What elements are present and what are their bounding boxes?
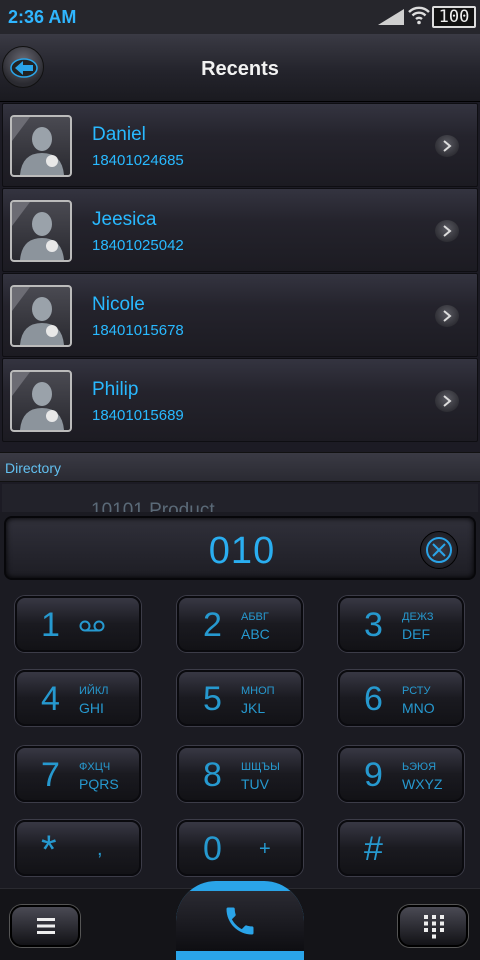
- bottom-bar: [0, 881, 480, 960]
- contact-number: 18401025042: [92, 237, 184, 254]
- directory-section-header: Directory: [0, 452, 480, 482]
- signal-icon: [378, 9, 404, 30]
- contact-number: 18401015678: [92, 322, 184, 339]
- app-header: Recents: [0, 34, 480, 102]
- key-letters-cyrillic: ЬЭЮЯ: [402, 761, 437, 773]
- key-8[interactable]: 8 ШЩЪЫ TUV: [177, 746, 303, 802]
- contact-name: Philip: [92, 379, 139, 400]
- key-digit: *: [41, 828, 57, 872]
- key-digit: 7: [41, 756, 60, 794]
- key-letters: JKL: [241, 700, 266, 716]
- list-item[interactable]: 10101 Product: [2, 484, 478, 514]
- key-digit: 2: [203, 606, 222, 644]
- contact-silhouette-icon: [12, 372, 64, 430]
- key-hash[interactable]: #: [338, 820, 464, 876]
- status-bar: 2:36 AM 100: [0, 0, 480, 34]
- dialpad: 010 1 2 АБВГ ABC 3 ДЕЖЗ DEF 4 ИЙКЛ GHI 5…: [0, 512, 480, 888]
- key-7[interactable]: 7 ФХЦЧ PQRS: [15, 746, 141, 802]
- dialed-number: 010: [208, 530, 276, 572]
- contact-number: 18401024685: [92, 152, 184, 169]
- status-time: 2:36 AM: [8, 7, 77, 27]
- detail-button[interactable]: [435, 135, 459, 157]
- avatar: [10, 115, 72, 177]
- key-letters: WXYZ: [402, 776, 443, 792]
- recents-list: Daniel 18401024685 Jeesica 18401025042 N…: [0, 103, 480, 443]
- key-digit: 3: [364, 606, 383, 644]
- key-5[interactable]: 5 МНОП JKL: [177, 670, 303, 726]
- key-digit: #: [364, 830, 383, 868]
- page-title: Recents: [201, 58, 279, 80]
- contact-silhouette-icon: [12, 117, 64, 175]
- contact-silhouette-icon: [12, 202, 64, 260]
- key-4[interactable]: 4 ИЙКЛ GHI: [15, 670, 141, 726]
- key-9[interactable]: 9 ЬЭЮЯ WXYZ: [338, 746, 464, 802]
- phone-icon: [226, 907, 254, 935]
- key-letters: MNO: [402, 700, 435, 716]
- key-letters-cyrillic: АБВГ: [241, 611, 269, 623]
- key-symbol: +: [259, 838, 271, 860]
- chevron-right-icon: [443, 310, 452, 322]
- key-star[interactable]: * ,: [15, 820, 141, 876]
- keypad-toggle-button[interactable]: [398, 905, 468, 947]
- menu-icon: [37, 918, 55, 934]
- key-digit: 4: [41, 680, 60, 718]
- list-item[interactable]: Jeesica 18401025042: [2, 188, 478, 272]
- key-letters: PQRS: [79, 776, 119, 792]
- chevron-right-icon: [443, 395, 452, 407]
- key-digit: 5: [203, 680, 222, 718]
- key-digit: 8: [203, 756, 222, 794]
- key-symbol: ,: [97, 838, 103, 860]
- chevron-right-icon: [443, 225, 452, 237]
- key-letters-cyrillic: ФХЦЧ: [79, 761, 111, 773]
- key-1[interactable]: 1: [15, 596, 141, 652]
- voicemail-icon: [79, 620, 105, 632]
- key-0[interactable]: 0 +: [177, 820, 303, 876]
- detail-button[interactable]: [435, 220, 459, 242]
- dial-display: 010: [4, 516, 476, 580]
- wifi-icon: [408, 5, 430, 30]
- key-letters-cyrillic: ДЕЖЗ: [402, 611, 434, 623]
- menu-button[interactable]: [10, 905, 80, 947]
- section-label: Directory: [5, 460, 62, 476]
- battery-indicator: 100: [432, 6, 476, 28]
- key-letters: GHI: [79, 700, 104, 716]
- chevron-right-icon: [443, 140, 452, 152]
- keypad-icon: [424, 915, 444, 939]
- key-digit: 0: [203, 830, 222, 868]
- avatar: [10, 370, 72, 432]
- contact-silhouette-icon: [12, 287, 64, 345]
- avatar: [10, 200, 72, 262]
- key-letters-cyrillic: ИЙКЛ: [79, 685, 109, 697]
- contact-number: 18401015689: [92, 407, 184, 424]
- key-letters: TUV: [241, 776, 269, 792]
- key-letters: DEF: [402, 626, 430, 642]
- key-letters-cyrillic: МНОП: [241, 685, 275, 697]
- key-6[interactable]: 6 РСТУ MNO: [338, 670, 464, 726]
- contact-name: Daniel: [92, 124, 146, 145]
- key-2[interactable]: 2 АБВГ ABC: [177, 596, 303, 652]
- key-letters-cyrillic: ШЩЪЫ: [241, 761, 280, 773]
- call-button[interactable]: [176, 881, 304, 960]
- contact-name: Jeesica: [92, 209, 157, 230]
- list-item[interactable]: Philip 18401015689: [2, 358, 478, 442]
- key-letters: ABC: [241, 626, 270, 642]
- list-item[interactable]: Daniel 18401024685: [2, 103, 478, 187]
- key-digit: 1: [41, 606, 60, 644]
- avatar: [10, 285, 72, 347]
- key-3[interactable]: 3 ДЕЖЗ DEF: [338, 596, 464, 652]
- key-letters-cyrillic: РСТУ: [402, 685, 431, 697]
- list-item[interactable]: Nicole 18401015678: [2, 273, 478, 357]
- detail-button[interactable]: [435, 390, 459, 412]
- delete-button[interactable]: [420, 531, 458, 569]
- key-digit: 9: [364, 756, 383, 794]
- key-digit: 6: [364, 680, 383, 718]
- detail-button[interactable]: [435, 305, 459, 327]
- clear-icon: [426, 537, 452, 563]
- contact-name: Nicole: [92, 294, 145, 315]
